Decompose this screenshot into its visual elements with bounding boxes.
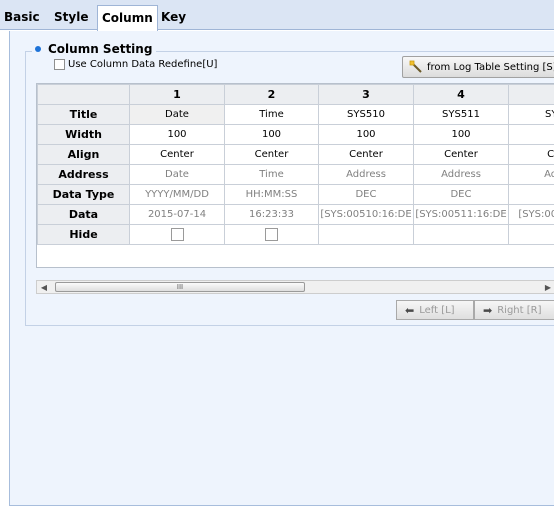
tab-column[interactable]: Column: [97, 5, 158, 31]
grid-cell[interactable]: 100: [129, 124, 225, 145]
hide-checkbox[interactable]: [170, 228, 184, 241]
left-button[interactable]: ⬅ Left [L]: [396, 300, 474, 320]
column-header[interactable]: 2: [224, 84, 319, 105]
wand-icon: [409, 60, 423, 74]
grid-cell[interactable]: Center: [413, 144, 509, 165]
grid-cell[interactable]: Center: [318, 144, 414, 165]
section-title: Column Setting: [48, 42, 153, 56]
row-header-width: Width: [37, 124, 130, 145]
column-header[interactable]: 3: [318, 84, 414, 105]
grid-corner: [37, 84, 130, 105]
scroll-right-icon[interactable]: ▶: [541, 281, 554, 293]
grid-cell[interactable]: [SYS:00512:16:DE: [508, 204, 554, 225]
column-setting-group: Column Setting Use Column Data Redefine[…: [25, 42, 554, 326]
grid-cell[interactable]: SYS511: [413, 104, 509, 125]
grid-cell[interactable]: Address: [508, 164, 554, 185]
grid-cell[interactable]: Time: [224, 104, 319, 125]
tab-style[interactable]: Style: [50, 8, 92, 30]
grid-cell: [508, 224, 554, 245]
arrow-left-icon: ⬅: [405, 303, 415, 317]
from-log-table-label: from Log Table Setting [S]: [427, 61, 554, 73]
row-header-data: Data: [37, 204, 130, 225]
grid-cell[interactable]: SYS512: [508, 104, 554, 125]
table-row: Data Type YYYY/MM/DD HH:MM:SS DEC DEC DE…: [37, 184, 554, 205]
table-row: Hide: [37, 224, 554, 245]
grid-cell: [129, 224, 225, 245]
grid-cell[interactable]: YYYY/MM/DD: [129, 184, 225, 205]
use-redefine-checkbox[interactable]: [54, 59, 65, 70]
column-header[interactable]: 4: [413, 84, 509, 105]
arrow-right-icon: ➡: [483, 303, 493, 317]
tab-key[interactable]: Key: [157, 8, 190, 30]
grid-cell[interactable]: Center: [508, 144, 554, 165]
grid-cell: [413, 224, 509, 245]
left-button-label: Left [L]: [419, 304, 455, 316]
from-log-table-button[interactable]: from Log Table Setting [S]: [402, 56, 554, 78]
column-header[interactable]: 1: [129, 84, 225, 105]
table-row: Width 100 100 100 100 100: [37, 124, 554, 145]
column-grid: 1 2 3 4 5 Title Date Time SYS510 SYS511 …: [36, 83, 554, 268]
table-row: Address Date Time Address Address Addres…: [37, 164, 554, 185]
grid-cell[interactable]: Date: [129, 164, 225, 185]
grid-cell[interactable]: DEC: [318, 184, 414, 205]
row-header-hide: Hide: [37, 224, 130, 245]
column-setting-legend: Column Setting: [32, 42, 157, 56]
grid-header-row: 1 2 3 4 5: [37, 84, 554, 105]
scroll-thumb[interactable]: III: [55, 282, 305, 292]
column-header[interactable]: 5: [508, 84, 554, 105]
grid-cell[interactable]: DEC: [413, 184, 509, 205]
grid-cell[interactable]: [SYS:00511:16:DE: [413, 204, 509, 225]
grid-cell[interactable]: Date: [129, 104, 225, 125]
grid-cell[interactable]: Center: [129, 144, 225, 165]
horizontal-scrollbar[interactable]: ◀ III ▶: [36, 280, 554, 294]
use-redefine-option[interactable]: Use Column Data Redefine[U]: [54, 59, 217, 70]
grid-cell[interactable]: Address: [413, 164, 509, 185]
row-header-align: Align: [37, 144, 130, 165]
table-row: Title Date Time SYS510 SYS511 SYS512: [37, 104, 554, 125]
table-row: Data 2015-07-14 16:23:33 [SYS:00510:16:D…: [37, 204, 554, 225]
column-panel: Column Setting Use Column Data Redefine[…: [9, 31, 554, 506]
grid-cell[interactable]: DEC: [508, 184, 554, 205]
grid-cell[interactable]: SYS510: [318, 104, 414, 125]
grid-cell: [318, 224, 414, 245]
grid-cell[interactable]: 16:23:33: [224, 204, 319, 225]
grid-cell[interactable]: 100: [508, 124, 554, 145]
grid-cell[interactable]: [SYS:00510:16:DE: [318, 204, 414, 225]
right-button-label: Right [R]: [497, 304, 542, 316]
table-row: Align Center Center Center Center Center: [37, 144, 554, 165]
tab-strip: Basic Style Column Key: [0, 0, 554, 31]
right-button[interactable]: ➡ Right [R]: [474, 300, 554, 320]
grid-cell[interactable]: 100: [413, 124, 509, 145]
grid-cell[interactable]: Time: [224, 164, 319, 185]
use-redefine-label: Use Column Data Redefine[U]: [68, 59, 218, 70]
grid-cell[interactable]: 100: [224, 124, 319, 145]
row-header-address: Address: [37, 164, 130, 185]
grid-cell[interactable]: 2015-07-14: [129, 204, 225, 225]
bullet-icon: [35, 46, 41, 52]
row-header-data-type: Data Type: [37, 184, 130, 205]
tab-basic[interactable]: Basic: [0, 8, 44, 30]
grid-cell[interactable]: 100: [318, 124, 414, 145]
grid-cell: [224, 224, 319, 245]
grid-cell[interactable]: Address: [318, 164, 414, 185]
grid-cell[interactable]: HH:MM:SS: [224, 184, 319, 205]
scroll-left-icon[interactable]: ◀: [37, 281, 51, 293]
hide-checkbox[interactable]: [265, 228, 278, 241]
row-header-title: Title: [37, 104, 130, 125]
grid-cell[interactable]: Center: [224, 144, 319, 165]
